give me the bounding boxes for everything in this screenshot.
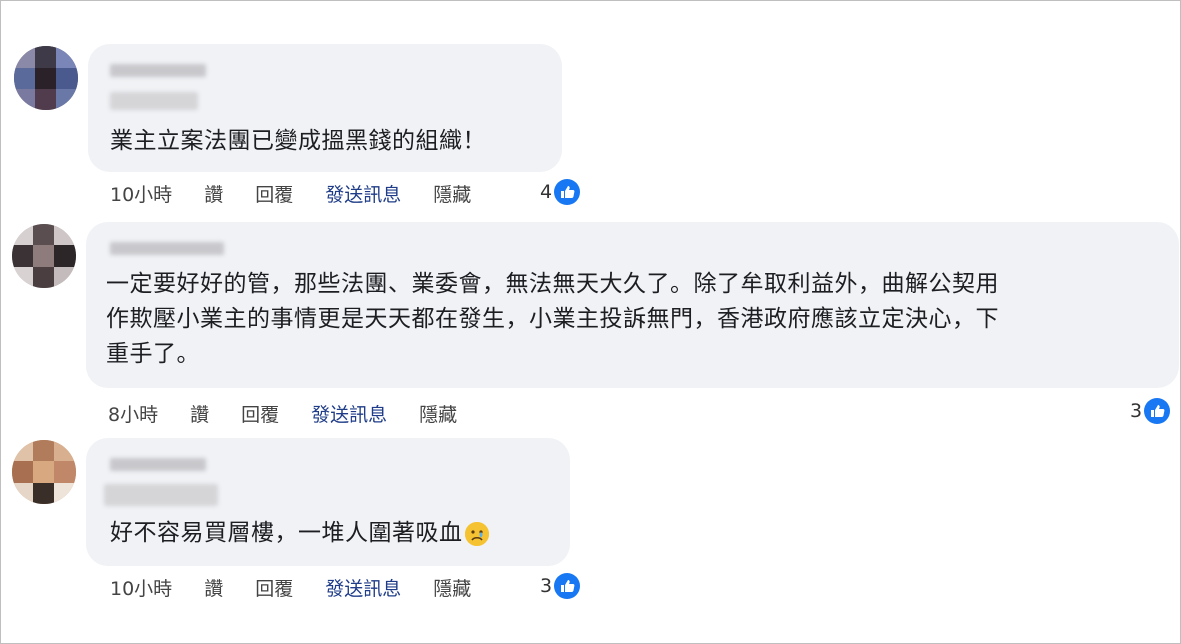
hide-button[interactable]: 隱藏 — [433, 180, 471, 207]
reaction-count: 3 — [1130, 400, 1143, 422]
timestamp[interactable]: 8小時 — [108, 400, 158, 427]
comment-line: 重手了。 — [106, 341, 200, 367]
comment-line: 好不容易買層樓，一堆人圍著吸血 — [110, 520, 463, 546]
comment-line: 作欺壓小業主的事情更是天天都在發生，小業主投訴無門，香港政府應該立定決心，下 — [106, 306, 999, 332]
reaction-count: 3 — [540, 575, 553, 597]
reply-button[interactable]: 回覆 — [255, 180, 293, 207]
author-name-blurred[interactable] — [110, 64, 206, 77]
comment-actions: 10小時 讚 回覆 發送訊息 隱藏 — [110, 180, 503, 207]
avatar[interactable] — [12, 440, 76, 504]
thumbs-up-icon — [554, 573, 581, 599]
avatar[interactable] — [14, 46, 78, 110]
send-message-button[interactable]: 發送訊息 — [325, 180, 401, 207]
thumbs-up-icon — [554, 179, 581, 205]
like-button[interactable]: 讚 — [204, 180, 223, 207]
comment-actions: 8小時 讚 回覆 發送訊息 隱藏 — [108, 400, 489, 427]
comment-line: 業主立案法團已變成搵黑錢的組織！ — [110, 128, 486, 154]
reply-button[interactable]: 回覆 — [241, 400, 279, 427]
hide-button[interactable]: 隱藏 — [419, 400, 457, 427]
timestamp[interactable]: 10小時 — [110, 574, 172, 601]
send-message-button[interactable]: 發送訊息 — [325, 574, 401, 601]
thumbs-up-icon — [1144, 398, 1171, 424]
comment-text: 好不容易買層樓，一堆人圍著吸血 — [110, 516, 489, 551]
comment-line: 一定要好好的管，那些法團、業委會，無法無天大久了。除了牟取利益外，曲解公契用 — [106, 271, 999, 297]
comment-text: 業主立案法團已變成搵黑錢的組織！ — [110, 124, 486, 159]
timestamp[interactable]: 10小時 — [110, 180, 172, 207]
author-badge-blurred — [104, 484, 218, 506]
like-button[interactable]: 讚 — [190, 400, 209, 427]
reaction-summary[interactable]: 3 — [540, 573, 581, 599]
reaction-summary[interactable]: 4 — [540, 179, 581, 205]
hide-button[interactable]: 隱藏 — [433, 574, 471, 601]
author-name-blurred[interactable] — [110, 458, 206, 471]
sad-face-icon — [464, 521, 489, 546]
author-name-blurred[interactable] — [110, 242, 224, 255]
avatar[interactable] — [12, 224, 76, 288]
comment-text: 一定要好好的管，那些法團、業委會，無法無天大久了。除了牟取利益外，曲解公契用 作… — [106, 267, 999, 372]
reply-button[interactable]: 回覆 — [255, 574, 293, 601]
reaction-count: 4 — [540, 181, 553, 203]
send-message-button[interactable]: 發送訊息 — [311, 400, 387, 427]
like-button[interactable]: 讚 — [204, 574, 223, 601]
reaction-summary[interactable]: 3 — [1130, 398, 1171, 424]
comment-actions: 10小時 讚 回覆 發送訊息 隱藏 — [110, 574, 503, 601]
author-badge-blurred — [110, 92, 198, 110]
